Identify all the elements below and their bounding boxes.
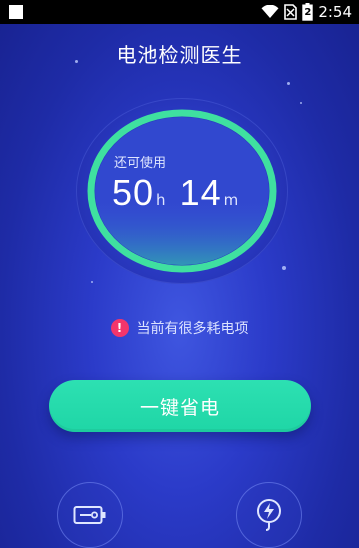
battery-info-button[interactable] [57, 482, 123, 548]
status-icons: 2 2:54 [261, 2, 352, 22]
minutes-unit: m [223, 191, 239, 209]
alert-icon: ! [110, 319, 129, 337]
notification-icon [9, 5, 23, 19]
battery-icon: 2 [302, 3, 314, 21]
remaining-time: 50 h 14 m [112, 172, 252, 222]
star-decoration [300, 102, 302, 104]
hours-value: 50 [112, 172, 155, 213]
no-sim-icon [284, 4, 298, 20]
battery-outline-icon [73, 506, 106, 524]
wifi-icon [261, 5, 279, 19]
battery-level: 2 [304, 7, 312, 18]
hours-unit: h [156, 191, 166, 209]
star-decoration [75, 60, 78, 63]
app-title: 电池检测医生 [116, 43, 243, 67]
status-bar: 2 2:54 [0, 0, 359, 24]
charging-button[interactable] [236, 482, 302, 548]
charge-plug-icon [257, 499, 281, 531]
star-decoration [287, 82, 290, 85]
minutes-value: 14 [179, 172, 222, 213]
one-click-save-button[interactable]: 一键省电 [49, 380, 311, 432]
warning-text: 当前有很多耗电项 [136, 321, 249, 337]
warning-row[interactable]: ! 当前有很多耗电项 [0, 318, 359, 338]
remaining-label: 还可使用 [114, 156, 167, 171]
clock: 2:54 [318, 3, 352, 21]
